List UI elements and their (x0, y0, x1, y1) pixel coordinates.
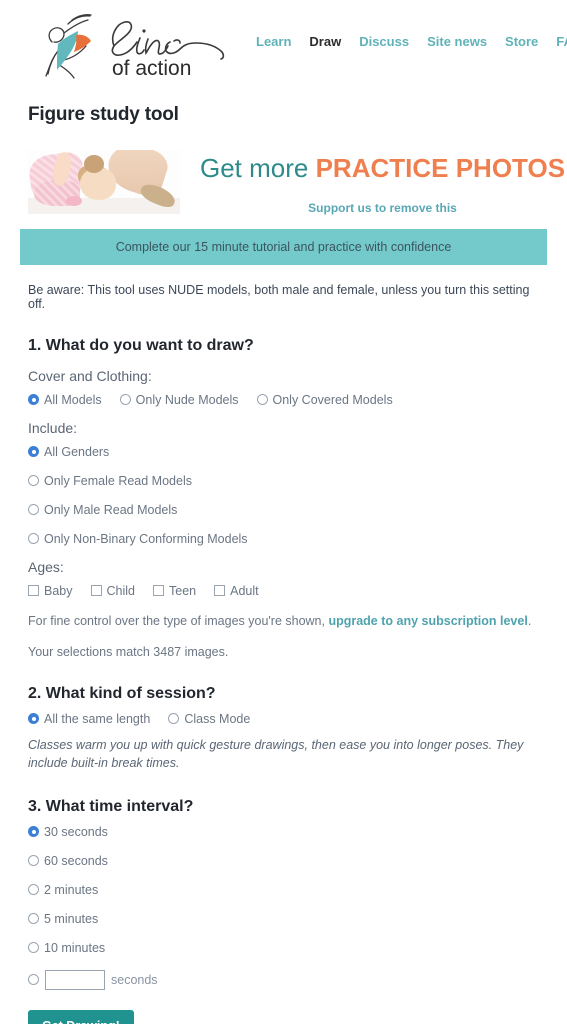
upgrade-subscription-link[interactable]: upgrade to any subscription level (328, 614, 527, 628)
time-interval-options: 30 seconds 60 seconds 2 minutes 5 minute… (28, 825, 539, 990)
radio-all-same-length[interactable]: All the same length (28, 712, 150, 726)
radio-icon[interactable] (28, 713, 39, 725)
checkbox-icon[interactable] (153, 585, 164, 597)
radio-icon[interactable] (28, 913, 39, 925)
radio-30-seconds[interactable]: 30 seconds (28, 825, 539, 839)
ages-label: Ages: (28, 558, 64, 575)
radio-10-minutes[interactable]: 10 minutes (28, 941, 539, 955)
option-label: All Models (44, 392, 102, 407)
checkbox-icon[interactable] (214, 585, 226, 597)
session-kind-options: All the same length Class Mode (28, 712, 539, 726)
match-count-text: Your selections match 3487 images. (28, 644, 229, 659)
option-label: Class Mode (184, 711, 251, 726)
radio-icon[interactable] (28, 884, 39, 896)
checkbox-adult[interactable]: Adult (214, 584, 259, 598)
nav-item-faq[interactable]: FAQ (556, 34, 567, 49)
checkbox-baby[interactable]: Baby (28, 584, 73, 598)
nav-item-discuss[interactable]: Discuss (359, 34, 409, 49)
option-label: Only Male Read Models (44, 502, 178, 517)
fine-control-text: For fine control over the type of images… (28, 614, 539, 628)
section1-heading: 1. What do you want to draw? (28, 336, 254, 354)
nav-item-learn[interactable]: Learn (256, 34, 291, 49)
promo-banner: Get more PRACTICE PHOTOS Support us to r… (28, 150, 565, 215)
option-label: 5 minutes (44, 911, 99, 926)
section3-heading: 3. What time interval? (28, 797, 194, 815)
radio-icon[interactable] (28, 475, 39, 487)
support-us-link[interactable]: Support us to remove this (200, 201, 565, 215)
tutorial-banner-link[interactable]: Complete our 15 minute tutorial and prac… (20, 228, 547, 265)
radio-icon[interactable] (28, 533, 39, 545)
radio-icon[interactable] (119, 394, 131, 406)
checkbox-teen[interactable]: Teen (153, 584, 196, 598)
radio-60-seconds[interactable]: 60 seconds (28, 854, 539, 868)
radio-all-models[interactable]: All Models (28, 393, 102, 407)
radio-icon[interactable] (28, 826, 39, 838)
radio-5-minutes[interactable]: 5 minutes (28, 912, 539, 926)
svg-text:of action: of action (112, 57, 191, 80)
radio-2-minutes[interactable]: 2 minutes (28, 883, 539, 897)
promo-headline-strong: PRACTICE PHOTOS (315, 153, 566, 183)
promo-headline: Get more PRACTICE PHOTOS (200, 154, 565, 183)
radio-icon[interactable] (28, 855, 39, 867)
radio-icon[interactable] (28, 504, 39, 516)
nude-models-notice: Be aware: This tool uses NUDE models, bo… (28, 282, 530, 311)
main-nav: Learn Draw Discuss Site news Store FAQ (256, 34, 567, 49)
option-label: All Genders (44, 444, 110, 459)
option-label: 60 seconds (44, 853, 108, 868)
option-label: All the same length (44, 711, 151, 726)
radio-only-nude-models[interactable]: Only Nude Models (119, 392, 239, 407)
option-label: Only Nude Models (135, 392, 239, 407)
site-logo[interactable]: of action (28, 8, 238, 82)
option-label: 2 minutes (44, 882, 99, 897)
cover-clothing-options: All Models Only Nude Models Only Covered… (28, 393, 539, 407)
radio-all-genders[interactable]: All Genders (28, 445, 539, 459)
custom-seconds-unit: seconds (111, 972, 158, 987)
option-label: Child (106, 583, 136, 598)
promo-headline-prefix: Get more (200, 153, 316, 183)
radio-class-mode[interactable]: Class Mode (168, 712, 250, 726)
promo-photo (28, 150, 180, 214)
option-label: 30 seconds (44, 824, 108, 839)
radio-icon[interactable] (28, 446, 39, 458)
radio-only-female-read-models[interactable]: Only Female Read Models (28, 474, 539, 488)
option-label: Adult (230, 583, 259, 598)
class-mode-note: Classes warm you up with quick gesture d… (28, 737, 524, 770)
checkbox-child[interactable]: Child (90, 583, 136, 598)
radio-only-non-binary-models[interactable]: Only Non-Binary Conforming Models (28, 532, 539, 546)
option-label: Only Female Read Models (44, 473, 192, 488)
nav-item-site-news[interactable]: Site news (427, 34, 487, 49)
option-label: Only Covered Models (272, 392, 393, 407)
page-title: Figure study tool (28, 104, 179, 125)
checkbox-icon[interactable] (28, 585, 39, 597)
checkbox-icon[interactable] (90, 585, 102, 597)
custom-seconds-input[interactable] (45, 969, 105, 990)
get-drawing-button[interactable]: Get Drawing! (28, 1009, 134, 1024)
radio-icon[interactable] (28, 942, 39, 954)
include-label: Include: (28, 419, 78, 436)
main-content: Be aware: This tool uses NUDE models, bo… (0, 283, 567, 1024)
site-header: of action Learn Draw Discuss Site news S… (0, 0, 567, 92)
fine-control-prefix: For fine control over the type of images… (28, 613, 329, 628)
page-root: of action Learn Draw Discuss Site news S… (0, 0, 567, 1024)
fine-control-suffix: . (527, 613, 532, 628)
option-label: Baby (44, 583, 73, 598)
radio-only-male-read-models[interactable]: Only Male Read Models (28, 503, 539, 517)
include-options: All Genders Only Female Read Models Only… (28, 445, 539, 546)
option-label: 10 minutes (44, 940, 106, 955)
radio-custom-interval[interactable] (28, 974, 39, 986)
radio-icon[interactable] (256, 394, 268, 406)
radio-icon[interactable] (28, 394, 39, 406)
custom-interval-row: seconds (28, 969, 539, 990)
ages-options: Baby Child Teen Adult (28, 584, 539, 598)
nav-item-draw[interactable]: Draw (309, 34, 341, 49)
option-label: Only Non-Binary Conforming Models (44, 531, 248, 546)
promo-text: Get more PRACTICE PHOTOS Support us to r… (200, 150, 565, 215)
radio-only-covered-models[interactable]: Only Covered Models (256, 392, 393, 407)
radio-icon[interactable] (168, 713, 180, 725)
section2-heading: 2. What kind of session? (28, 684, 216, 702)
option-label: Teen (169, 583, 197, 598)
cover-clothing-label: Cover and Clothing: (28, 367, 152, 384)
nav-item-store[interactable]: Store (505, 34, 538, 49)
